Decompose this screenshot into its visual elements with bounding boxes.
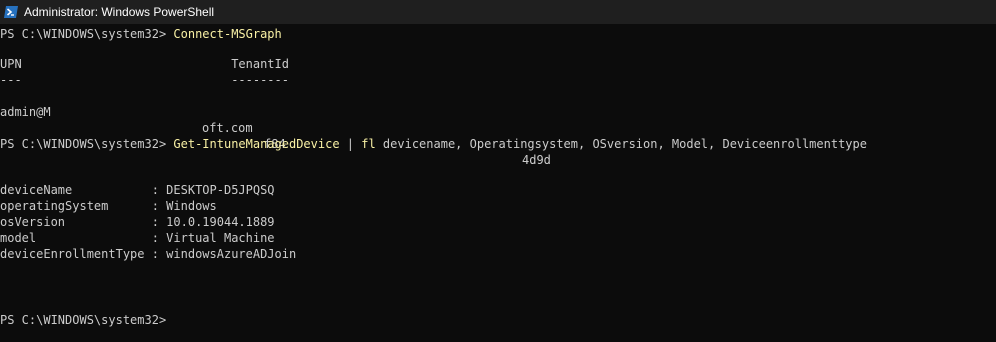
command-connect-msgraph: Connect-MSGraph bbox=[173, 27, 282, 41]
pipe-operator: | bbox=[339, 137, 362, 151]
powershell-icon bbox=[4, 6, 18, 18]
property-os-version: osVersion : 10.0.19044.1889 bbox=[0, 215, 275, 229]
prompt: PS C:\WINDOWS\system32> bbox=[0, 27, 174, 41]
prompt: PS C:\WINDOWS\system32> bbox=[0, 137, 174, 151]
window-title: Administrator: Windows PowerShell bbox=[24, 5, 215, 19]
table-header-dashes: --- -------- bbox=[0, 73, 289, 87]
upn-value-start: admin@M bbox=[0, 105, 51, 119]
property-model: model : Virtual Machine bbox=[0, 231, 275, 245]
property-operating-system: operatingSystem : Windows bbox=[0, 199, 217, 213]
property-device-name: deviceName : DESKTOP-D5JPQSQ bbox=[0, 183, 275, 197]
powershell-window: Administrator: Windows PowerShell PS C:\… bbox=[0, 0, 996, 342]
tenant-value-end: 4d9d bbox=[522, 153, 551, 167]
command-get-intunemanageddevice: Get-IntuneManagedDevice bbox=[173, 137, 340, 151]
upn-value-end: oft.com bbox=[202, 121, 253, 135]
prompt: PS C:\WINDOWS\system32> bbox=[0, 313, 174, 327]
prompt-line-2: PS C:\WINDOWS\system32> Get-IntuneManage… bbox=[0, 136, 867, 152]
prompt-line-1: PS C:\WINDOWS\system32> Connect-MSGraph bbox=[0, 26, 282, 42]
title-bar[interactable]: Administrator: Windows PowerShell bbox=[0, 0, 996, 24]
console-output[interactable]: PS C:\WINDOWS\system32> Connect-MSGraph … bbox=[0, 24, 996, 342]
property-enrollment-type: deviceEnrollmentType : windowsAzureADJoi… bbox=[0, 247, 297, 261]
command-fl: fl bbox=[361, 137, 376, 151]
table-row: admin@M oft.com f84 4d9d bbox=[0, 88, 996, 167]
command-arguments: devicename, Operatingsystem, OSversion, … bbox=[375, 137, 867, 151]
table-header: UPN TenantId bbox=[0, 57, 289, 71]
prompt-line-3[interactable]: PS C:\WINDOWS\system32> bbox=[0, 312, 173, 328]
